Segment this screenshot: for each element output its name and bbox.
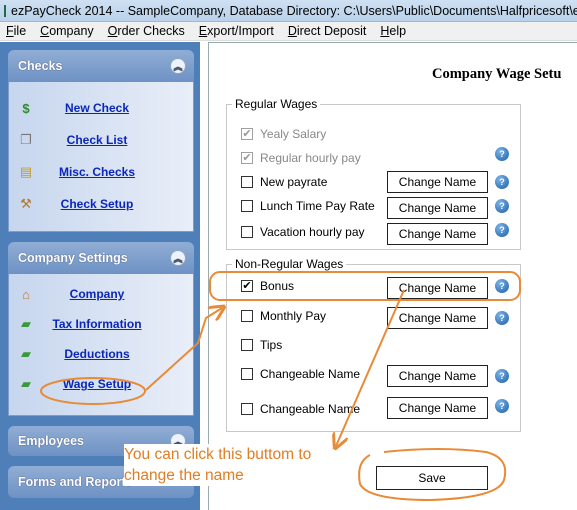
vacation-checkbox[interactable] [241,226,253,238]
regular-row-regular-hourly: ✔ Regular hourly pay [241,149,361,167]
change-name-button[interactable]: Change Name [387,397,488,419]
changeable-name-2-label: Changeable Name [260,402,361,416]
menu-bar: File Company Order Checks Export/Import … [0,22,577,41]
check-setup-link[interactable]: Check Setup [17,197,177,211]
yearly-salary-checkbox[interactable]: ✔ [241,128,253,140]
new-payrate-checkbox[interactable] [241,176,253,188]
checks-group-body: $ New Check ❐ Check List ▤ Misc. Checks … [8,82,194,232]
sidebar-item-check-list[interactable]: ❐ Check List [17,130,177,150]
title-bar: ezPayCheck 2014 -- SampleCompany, Databa… [0,0,577,22]
menu-file[interactable]: File [6,24,26,38]
lunch-time-label: Lunch Time Pay Rate [260,199,375,213]
menu-direct-deposit[interactable]: Direct Deposit [288,24,367,38]
help-icon[interactable]: ? [495,199,509,213]
check-list-link[interactable]: Check List [17,133,177,147]
sidebar: Checks ︽ $ New Check ❐ Check List ▤ Misc… [0,42,200,510]
changeable-name-2-checkbox[interactable] [241,403,253,415]
save-button[interactable]: Save [376,466,488,490]
help-icon[interactable]: ? [495,147,509,161]
changeable-name-1-checkbox[interactable] [241,368,253,380]
bonus-label: Bonus [260,279,295,293]
nonregular-row-tips: Tips [241,336,282,354]
nonregular-row-bonus: ✔ Bonus [241,277,294,295]
collapse-icon[interactable]: ︽ [170,250,186,266]
monthly-pay-label: Monthly Pay [260,309,327,323]
regular-row-lunch-time: Lunch Time Pay Rate [241,197,375,215]
regular-row-new-payrate: New payrate [241,173,327,191]
regular-row-yearly-salary: ✔ Yealy Salary [241,125,326,143]
company-settings-group: Company Settings ︽ ⌂ Company ▰ Tax Infor… [8,242,194,416]
company-settings-body: ⌂ Company ▰ Tax Information ▰ Deductions… [8,274,194,416]
menu-export-import[interactable]: Export/Import [199,24,274,38]
help-icon[interactable]: ? [495,223,509,237]
change-name-button[interactable]: Change Name [387,171,488,193]
checks-group: Checks ︽ $ New Check ❐ Check List ▤ Misc… [8,50,194,232]
change-name-button[interactable]: Change Name [387,307,488,329]
regular-wages-legend: Regular Wages [232,97,321,111]
sidebar-item-tax-information[interactable]: ▰ Tax Information [17,314,177,334]
non-regular-wages-group: Non-Regular Wages ✔ Bonus Change Name ? … [226,257,521,432]
nonregular-row-monthly-pay: Monthly Pay [241,307,326,325]
company-link[interactable]: Company [17,287,177,301]
wage-setup-link[interactable]: Wage Setup [17,377,177,391]
checks-group-header[interactable]: Checks ︽ [8,50,194,82]
sidebar-item-new-check[interactable]: $ New Check [17,98,177,118]
app-icon [4,4,6,17]
change-name-button[interactable]: Change Name [387,365,488,387]
company-settings-header[interactable]: Company Settings ︽ [8,242,194,274]
tax-information-link[interactable]: Tax Information [17,317,177,331]
sidebar-item-wage-setup[interactable]: ▰ Wage Setup [17,374,177,394]
help-icon[interactable]: ? [495,369,509,383]
changeable-name-1-label: Changeable Name [260,367,361,381]
vacation-label: Vacation hourly pay [260,225,365,239]
deductions-link[interactable]: Deductions [17,347,177,361]
misc-checks-link[interactable]: Misc. Checks [17,165,177,179]
bonus-checkbox[interactable]: ✔ [241,280,253,292]
nonregular-row-changeable-1: Changeable Name [241,365,360,383]
help-icon[interactable]: ? [495,399,509,413]
help-icon[interactable]: ? [495,175,509,189]
monthly-pay-checkbox[interactable] [241,310,253,322]
menu-help[interactable]: Help [380,24,406,38]
page-title: Company Wage Setu [432,66,562,82]
new-payrate-label: New payrate [260,175,328,189]
help-icon[interactable]: ? [495,279,509,293]
menu-order-checks[interactable]: Order Checks [108,24,185,38]
change-name-button[interactable]: Change Name [387,223,488,245]
tips-label: Tips [260,338,283,352]
employees-title: Employees [18,434,85,448]
regular-hourly-label: Regular hourly pay [260,151,361,165]
tips-checkbox[interactable] [241,339,253,351]
menu-company[interactable]: Company [40,24,94,38]
yearly-salary-label: Yealy Salary [260,127,327,141]
collapse-icon[interactable]: ︽ [170,58,186,74]
regular-hourly-checkbox[interactable]: ✔ [241,152,253,164]
new-check-link[interactable]: New Check [17,101,177,115]
nonregular-row-changeable-2: Changeable Name [241,400,360,418]
window-title: ezPayCheck 2014 -- SampleCompany, Databa… [11,3,577,18]
sidebar-item-deductions[interactable]: ▰ Deductions [17,344,177,364]
sidebar-item-company[interactable]: ⌂ Company [17,284,177,304]
regular-wages-group: Regular Wages ✔ Yealy Salary ✔ Regular h… [226,97,521,250]
checks-group-title: Checks [18,59,63,73]
forms-reports-title: Forms and Reports [18,475,133,489]
non-regular-wages-legend: Non-Regular Wages [232,257,347,271]
company-settings-title: Company Settings [18,251,128,265]
annotation-text: You can click this buttom to change the … [124,444,349,486]
help-icon[interactable]: ? [495,311,509,325]
regular-row-vacation: Vacation hourly pay [241,223,365,241]
change-name-button[interactable]: Change Name [387,277,488,299]
change-name-button[interactable]: Change Name [387,197,488,219]
sidebar-item-misc-checks[interactable]: ▤ Misc. Checks [17,162,177,182]
lunch-time-checkbox[interactable] [241,200,253,212]
sidebar-item-check-setup[interactable]: ⚒ Check Setup [17,194,177,214]
